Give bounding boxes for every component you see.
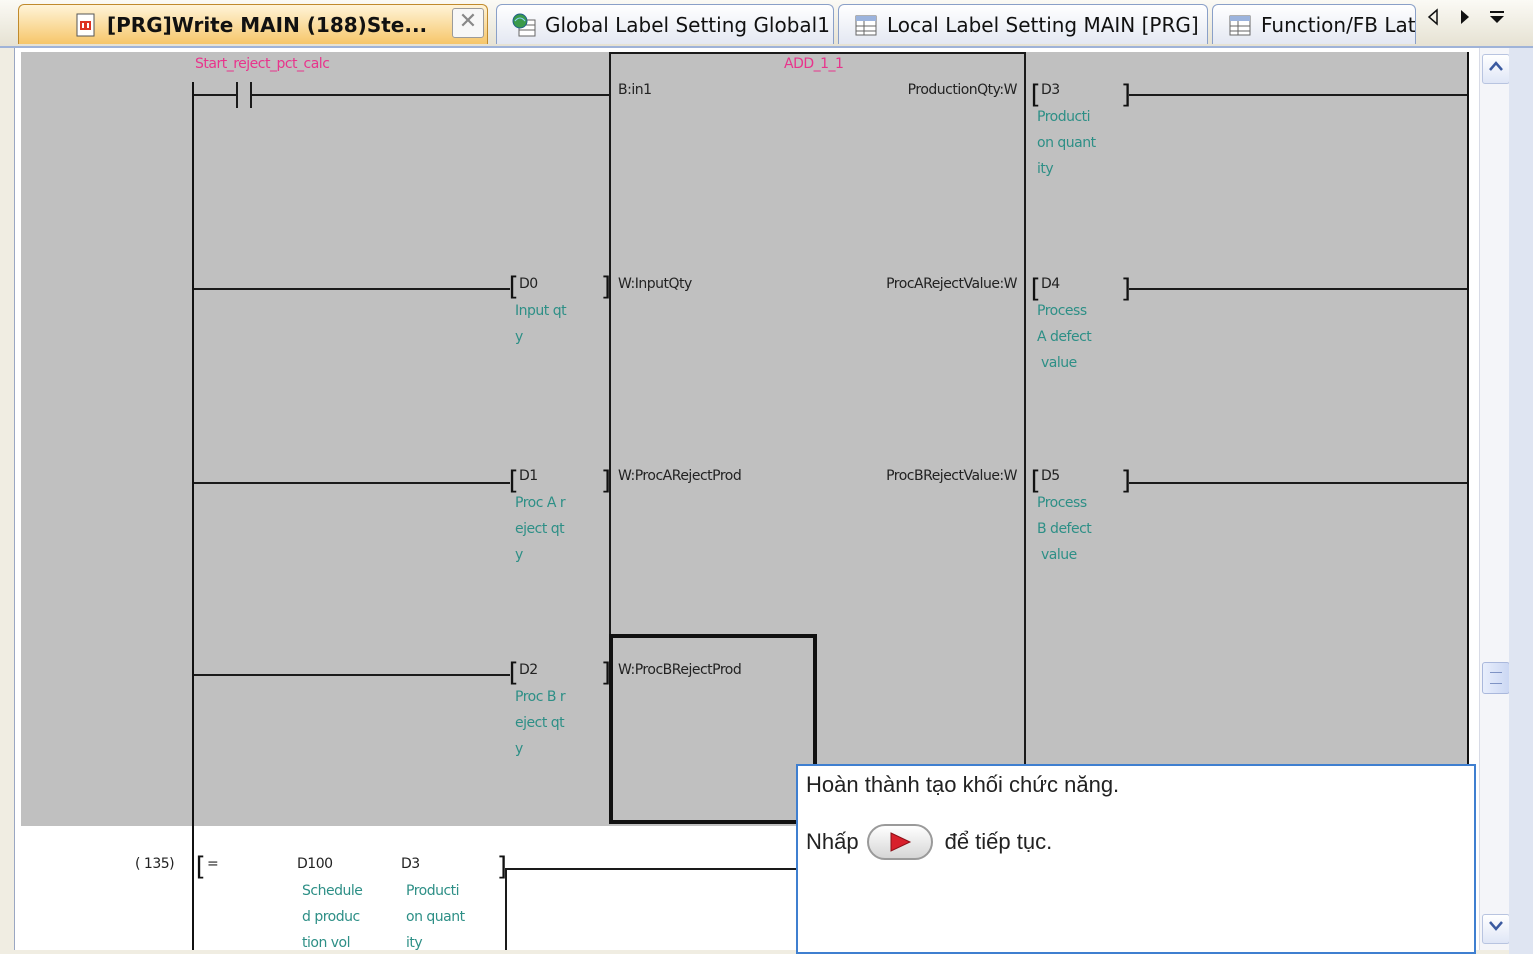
tab-write-main[interactable]: [PRG]Write MAIN (188)Ste... <box>18 4 488 44</box>
step-number: ( 135) <box>135 856 175 872</box>
compare-comment-1: Schedule d produc tion vol <box>302 883 363 950</box>
tab-label: Global Label Setting Global1 <box>545 12 830 37</box>
tab-local-label[interactable]: Local Label Setting MAIN [PRG] <box>838 4 1208 44</box>
bracket-open: [ <box>192 852 208 882</box>
close-tab-button[interactable]: ✕ <box>452 8 484 38</box>
fb-right-border <box>1024 52 1026 826</box>
output-comment: Producti on quant ity <box>1037 109 1096 177</box>
scroll-up-button[interactable] <box>1482 54 1510 84</box>
fb-input-pin: B:in1 <box>618 82 652 98</box>
input-device[interactable]: D1 <box>519 468 538 484</box>
window-edge <box>1509 48 1533 954</box>
input-comment: Input qt y <box>515 303 567 345</box>
popup-message: Hoàn thành tạo khối chức năng. <box>806 772 1120 797</box>
input-comment: Proc B r eject qt y <box>515 689 566 757</box>
cursor-selection <box>609 634 817 824</box>
tab-label: Function/FB Lat <box>1261 12 1416 37</box>
wire <box>194 288 510 290</box>
tab-function-fb-label[interactable]: Function/FB Lat <box>1212 4 1416 44</box>
compare-device-2[interactable]: D3 <box>401 856 420 872</box>
tab-scroll-left-button[interactable] <box>1418 6 1448 36</box>
output-device[interactable]: D5 <box>1041 468 1060 484</box>
vertical-scrollbar[interactable] <box>1479 48 1510 950</box>
input-device[interactable]: D0 <box>519 276 538 292</box>
wire <box>505 868 507 950</box>
compare-comment-2: Producti on quant ity <box>406 883 465 950</box>
next-step-button[interactable] <box>866 824 933 860</box>
fb-output-pin: ProcBRejectValue:W <box>886 468 1017 484</box>
scroll-thumb[interactable] <box>1482 662 1510 694</box>
chevron-down-icon <box>1489 921 1503 931</box>
wire <box>505 868 805 870</box>
compare-operator[interactable]: = <box>207 856 219 872</box>
wire <box>194 674 510 676</box>
tab-label: Local Label Setting MAIN [PRG] <box>887 12 1199 37</box>
chevron-right-icon <box>1461 10 1469 24</box>
tab-bar: [PRG]Write MAIN (188)Ste... ✕ Global Lab… <box>0 0 1533 48</box>
popup-instruction: Nhấp để tiếp tục. <box>806 824 1052 860</box>
fb-instance-name[interactable]: ADD_1_1 <box>784 56 844 72</box>
fb-input-pin: W:ProcARejectProd <box>618 468 742 484</box>
wire <box>194 482 510 484</box>
fb-top-border <box>609 52 1026 54</box>
chevron-up-icon <box>1489 61 1503 71</box>
input-device[interactable]: D2 <box>519 662 538 678</box>
wire <box>194 94 236 96</box>
dropdown-icon <box>1490 11 1504 23</box>
tab-label: [PRG]Write MAIN (188)Ste... <box>107 12 428 37</box>
tab-global-label[interactable]: Global Label Setting Global1 <box>496 4 834 44</box>
output-device[interactable]: D4 <box>1041 276 1060 292</box>
tutorial-popup: Hoàn thành tạo khối chức năng. Nhấp để t… <box>796 764 1476 954</box>
close-icon: ✕ <box>458 9 478 34</box>
fb-input-pin: W:InputQty <box>618 276 692 292</box>
wire <box>1129 288 1467 290</box>
bracket-close: ] <box>495 852 511 882</box>
tab-scroll-right-button[interactable] <box>1450 6 1480 36</box>
bracket-close: ] <box>599 272 615 302</box>
popup-continue-label: để tiếp tục. <box>944 829 1053 854</box>
wire <box>1129 482 1467 484</box>
output-comment: Process B defect value <box>1037 495 1092 563</box>
fb-output-pin: ProcARejectValue:W <box>886 276 1017 292</box>
bracket-close: ] <box>599 466 615 496</box>
output-device[interactable]: D3 <box>1041 82 1060 98</box>
left-power-rail <box>192 82 194 950</box>
play-arrow-icon <box>890 832 911 852</box>
scroll-down-button[interactable] <box>1482 914 1510 944</box>
tab-list-dropdown-button[interactable] <box>1482 6 1512 36</box>
wire <box>252 94 610 96</box>
input-comment: Proc A r eject qt y <box>515 495 566 563</box>
right-power-rail <box>1467 52 1469 826</box>
contact-label: Start_reject_pct_calc <box>195 56 330 72</box>
output-comment: Process A defect value <box>1037 303 1092 371</box>
fb-output-pin: ProductionQty:W <box>907 82 1018 98</box>
popup-click-label: Nhấp <box>806 829 859 854</box>
contact-symbol-left[interactable] <box>236 82 238 108</box>
chevron-left-icon <box>1427 8 1438 26</box>
compare-device-1[interactable]: D100 <box>297 856 333 872</box>
bracket-close: ] <box>1119 466 1135 496</box>
wire <box>1129 94 1467 96</box>
label-table-icon <box>1229 15 1251 35</box>
globe-table-icon <box>512 13 536 36</box>
program-doc-icon <box>76 13 95 36</box>
label-table-icon <box>855 15 877 35</box>
